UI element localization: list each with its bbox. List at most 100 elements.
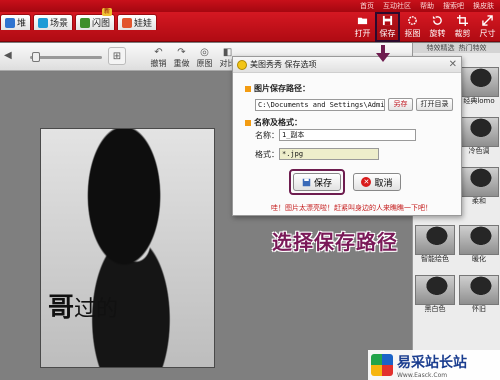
cancel-button-label: 取消: [374, 178, 393, 189]
crop-button[interactable]: 裁剪: [450, 12, 475, 42]
effect-item[interactable]: 黑白色: [415, 275, 455, 314]
right-toolbar: 打开 保存 抠图 旋转 裁剪 尺寸: [350, 12, 500, 42]
tab-label: 场景: [50, 19, 69, 29]
save-label: 保存: [379, 29, 396, 38]
save-as-button[interactable]: 另存: [388, 98, 413, 111]
effect-thumbnail: [415, 225, 455, 255]
annotation-arrow-icon: [376, 53, 390, 62]
menu-search[interactable]: 搜索吧: [443, 0, 464, 12]
rotate-button[interactable]: 旋转: [425, 12, 450, 42]
crop-icon: [457, 15, 468, 26]
decorate-icon: [5, 17, 15, 28]
edit-buttons: ↶ 撤销 ↷ 重做 ◎ 原图 ◧ 对比: [150, 47, 236, 68]
scroll-left-icon[interactable]: ◀: [4, 50, 12, 61]
flash-icon: [80, 17, 91, 28]
zoom-icons: ⊞: [108, 47, 126, 65]
effect-label: 怀旧: [472, 305, 486, 313]
bullet-icon: [245, 119, 251, 126]
doll-icon: [122, 17, 133, 28]
open-directory-button[interactable]: 打开目录: [416, 98, 453, 111]
save-button-label: 保存: [313, 178, 332, 189]
watermark-title: 易采站长站: [397, 354, 467, 371]
zoom-slider[interactable]: [30, 52, 102, 62]
cutout-button[interactable]: 抠图: [400, 12, 425, 42]
effect-thumbnail: [459, 67, 499, 97]
effect-thumbnail: [415, 275, 455, 305]
undo-label: 撤销: [150, 59, 167, 68]
cutout-label: 抠图: [404, 29, 421, 38]
tab-decorate[interactable]: 堆: [0, 14, 32, 30]
menu-community[interactable]: 互动社区: [383, 0, 411, 12]
tab-flash[interactable]: 闪图 新: [75, 8, 116, 30]
menu-help[interactable]: 帮助: [420, 0, 434, 12]
format-field[interactable]: *.jpg: [279, 148, 379, 160]
watermark: 易采站长站 Www.Easck.Com: [368, 350, 500, 380]
rotate-label: 旋转: [429, 29, 446, 38]
cutout-icon: [408, 16, 417, 25]
effect-thumbnail: [459, 117, 499, 147]
save-icon: [382, 15, 393, 26]
menu-home[interactable]: 首页: [360, 0, 374, 12]
effect-item[interactable]: 智能绘色: [415, 225, 455, 264]
save-icon: [302, 178, 311, 186]
effect-label: 黑白色: [424, 305, 446, 313]
crop-label: 裁剪: [454, 29, 471, 38]
tab-scene[interactable]: 场景: [33, 14, 74, 30]
tab-label: 堆: [17, 19, 27, 29]
site-logo-icon: [371, 354, 393, 376]
redo-icon: ↷: [177, 47, 186, 58]
edited-photo: [40, 128, 215, 368]
undo-button[interactable]: ↶ 撤销: [150, 47, 167, 68]
effects-tab-featured[interactable]: 特效精选: [427, 43, 455, 53]
tab-doll[interactable]: 娃娃: [117, 14, 158, 30]
new-badge: 新: [102, 8, 113, 16]
effect-label: 经典lomo: [463, 97, 495, 105]
cancel-icon: ✕: [361, 177, 372, 187]
effect-label: 暖化: [472, 255, 486, 263]
watermark-sub: Www.Easck.Com: [397, 371, 448, 379]
file-name-field[interactable]: 1_副本: [279, 129, 416, 141]
undo-icon: ↶: [154, 47, 163, 58]
format-label: 格式：: [255, 150, 279, 159]
effect-item[interactable]: 经典lomo: [459, 67, 499, 106]
smiley-icon: [237, 59, 247, 70]
effect-item[interactable]: 怀旧: [459, 275, 499, 314]
effect-label: 智能绘色: [421, 255, 449, 263]
save-path-field[interactable]: C:\Documents and Settings\Admin: [255, 99, 385, 111]
cancel-button[interactable]: ✕ 取消: [353, 173, 401, 191]
scene-icon: [38, 17, 49, 28]
effect-label: 柔和: [472, 197, 486, 205]
name-label: 名称：: [255, 131, 279, 140]
path-section-title: 图片保存路径：: [245, 83, 310, 94]
redo-label: 重做: [173, 59, 190, 68]
save-toolbar-button[interactable]: 保存: [375, 12, 400, 42]
effect-thumbnail: [459, 225, 499, 255]
original-button[interactable]: ◎ 原图: [196, 47, 213, 68]
actual-size-icon[interactable]: ⊞: [108, 47, 126, 65]
dialog-tip: 哇！图片太漂亮啦！赶紧叫身边的人来瞧瞧一下吧！: [271, 204, 432, 212]
zoom-slider-knob[interactable]: [32, 52, 40, 62]
folder-icon: [357, 17, 368, 25]
rotate-icon: [432, 15, 442, 25]
resize-label: 尺寸: [479, 29, 496, 38]
resize-button[interactable]: 尺寸: [475, 12, 500, 42]
path-section-label: 图片保存路径：: [254, 84, 310, 93]
close-icon[interactable]: ✕: [449, 59, 457, 70]
watermark-text: 易采站长站 Www.Easck.Com: [397, 352, 467, 379]
menu-skin[interactable]: 换皮肤: [473, 0, 494, 12]
effect-item[interactable]: 冷色调: [459, 117, 499, 156]
open-button[interactable]: 打开: [350, 12, 375, 42]
effect-thumbnail: [459, 167, 499, 197]
effect-item[interactable]: 暖化: [459, 225, 499, 264]
effects-tab-popular[interactable]: 热门特效: [459, 43, 487, 53]
save-button[interactable]: 保存: [293, 173, 341, 191]
tab-label: 闪图: [92, 19, 111, 29]
dialog-title: 美图秀秀 保存选项: [250, 60, 317, 69]
effect-item[interactable]: 柔和: [459, 167, 499, 206]
name-section-title: 名称及格式：: [245, 117, 302, 128]
compare-icon: ◧: [222, 47, 233, 58]
effects-header: 特效精选 热门特效: [413, 43, 500, 53]
top-menu: 首页 互动社区 帮助 搜索吧 换皮肤: [360, 0, 494, 12]
photo-caption-big: 哥: [48, 293, 75, 323]
redo-button[interactable]: ↷ 重做: [173, 47, 190, 68]
